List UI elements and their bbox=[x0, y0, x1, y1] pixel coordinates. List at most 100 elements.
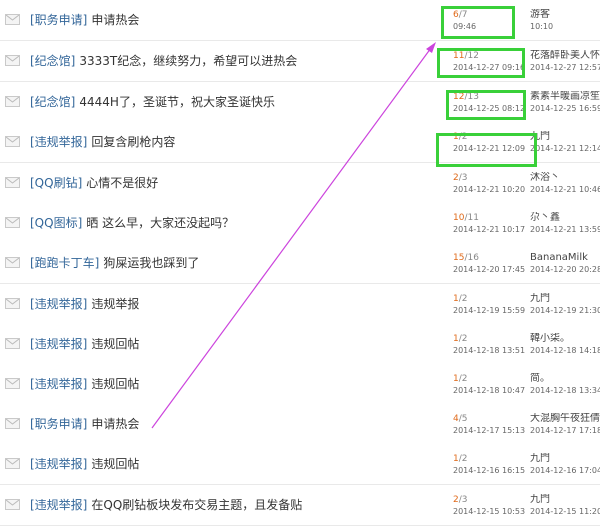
thread-subject-link[interactable]: 心情不是很好 bbox=[86, 176, 158, 190]
reply-count: 1/2 bbox=[453, 132, 468, 142]
reply-count: 2/3 bbox=[453, 173, 468, 183]
thread-title[interactable]: [纪念馆] 4444H了，圣诞节，祝大家圣诞快乐 bbox=[30, 82, 275, 122]
thread-category-link[interactable]: [违规举报] bbox=[30, 297, 87, 311]
table-row[interactable]: [违规举报] 违规举报 1/2 2014-12-19 15:59 九門 2014-… bbox=[0, 284, 600, 325]
thread-subject-link[interactable]: 违规举报 bbox=[91, 297, 139, 311]
table-row[interactable]: [职务申请] 申请热会 6/7 09:46 游客 10:10 bbox=[0, 0, 600, 41]
thread-category-link[interactable]: [纪念馆] bbox=[30, 54, 75, 68]
last-poster-link[interactable]: BananaMilk bbox=[530, 252, 588, 264]
thread-subject-link[interactable]: 违规回帖 bbox=[91, 457, 139, 471]
last-post-time[interactable]: 2014-12-27 12:57 bbox=[530, 63, 600, 73]
thread-subject-link[interactable]: 违规回帖 bbox=[91, 337, 139, 351]
last-post-time[interactable]: 2014-12-21 12:14 bbox=[530, 144, 600, 154]
last-post-time[interactable]: 2014-12-18 13:34 bbox=[530, 386, 600, 396]
table-row[interactable]: [违规举报] 回复含刷枪内容 1/2 2014-12-21 12:09 九門 20… bbox=[0, 122, 600, 163]
thread-subject-link[interactable]: 晒 这么早，大家还没起吗？ bbox=[86, 216, 234, 230]
last-poster-link[interactable]: 尕丶鑫 bbox=[530, 212, 560, 224]
last-poster-link[interactable]: 大混胸午夜狂倩 bbox=[530, 413, 600, 425]
last-poster-link[interactable]: 简。 bbox=[530, 373, 550, 385]
thread-category-link[interactable]: [违规举报] bbox=[30, 498, 87, 512]
thread-subject-link[interactable]: 回复含刷枪内容 bbox=[91, 135, 175, 149]
table-row[interactable]: [纪念馆] 4444H了，圣诞节，祝大家圣诞快乐 12/13 2014-12-25… bbox=[0, 82, 600, 123]
thread-title[interactable]: [违规举报] 违规举报 bbox=[30, 284, 139, 324]
thread-category-link[interactable]: [QQ刷钻] bbox=[30, 176, 82, 190]
reply-number: 12 bbox=[453, 92, 465, 102]
thread-subject-link[interactable]: 在QQ刷钻板块发布交易主题，且发备贴 bbox=[91, 498, 302, 512]
post-date: 2014-12-21 10:20 bbox=[453, 185, 526, 194]
thread-title[interactable]: [QQ刷钻] 心情不是很好 bbox=[30, 163, 158, 203]
thread-title[interactable]: [QQ图标] 晒 这么早，大家还没起吗？ bbox=[30, 203, 234, 243]
envelope-icon bbox=[5, 458, 20, 469]
thread-subject-link[interactable]: 违规回帖 bbox=[91, 377, 139, 391]
table-row[interactable]: [职务申请] 申请热会 4/5 2014-12-17 15:13 大混胸午夜狂倩 … bbox=[0, 404, 600, 445]
table-row[interactable]: [QQ图标] 晒 这么早，大家还没起吗？ 10/11 2014-12-21 10:… bbox=[0, 203, 600, 244]
last-post-time[interactable]: 2014-12-18 14:18 bbox=[530, 346, 600, 356]
last-poster-link[interactable]: 花落醉卧美人怀 bbox=[530, 50, 600, 62]
last-poster-link[interactable]: 游客 bbox=[530, 9, 550, 21]
last-post-time[interactable]: 2014-12-20 20:28 bbox=[530, 265, 600, 275]
last-post-time[interactable]: 2014-12-19 21:30 bbox=[530, 306, 600, 316]
view-number: 2 bbox=[461, 454, 468, 464]
reply-number: 1 bbox=[453, 374, 459, 384]
thread-subject-link[interactable]: 申请热会 bbox=[91, 13, 139, 27]
thread-subject-link[interactable]: 3333T纪念，继续努力，希望可以进热会 bbox=[79, 54, 297, 68]
last-post-time[interactable]: 2014-12-21 10:46 bbox=[530, 185, 600, 195]
post-date: 2014-12-18 13:51 bbox=[453, 346, 526, 355]
table-row[interactable]: [违规举报] 违规回帖 1/2 2014-12-18 13:51 韓小柒。 201… bbox=[0, 324, 600, 365]
reply-count: 12/13 bbox=[453, 92, 479, 102]
thread-title[interactable]: [违规举报] 回复含刷枪内容 bbox=[30, 122, 175, 162]
envelope-icon bbox=[5, 177, 20, 188]
reply-count: 1/2 bbox=[453, 334, 468, 344]
reply-number: 1 bbox=[453, 294, 459, 304]
last-poster-link[interactable]: 九門 bbox=[530, 494, 550, 506]
last-post-time[interactable]: 2014-12-17 17:18 bbox=[530, 426, 600, 436]
thread-title[interactable]: [违规举报] 违规回帖 bbox=[30, 324, 139, 364]
post-date: 2014-12-25 08:12 bbox=[453, 104, 526, 113]
thread-category-link[interactable]: [违规举报] bbox=[30, 337, 87, 351]
thread-title[interactable]: [跑跑卡丁车] 狗屎运我也踩到了 bbox=[30, 243, 199, 283]
thread-subject-link[interactable]: 狗屎运我也踩到了 bbox=[103, 256, 199, 270]
thread-category-link[interactable]: [QQ图标] bbox=[30, 216, 82, 230]
envelope-icon bbox=[5, 499, 20, 510]
thread-title[interactable]: [职务申请] 申请热会 bbox=[30, 0, 139, 40]
thread-category-link[interactable]: [职务申请] bbox=[30, 13, 87, 27]
last-post-time[interactable]: 2014-12-25 16:59 bbox=[530, 104, 600, 114]
last-post-time[interactable]: 2014-12-16 17:04 bbox=[530, 466, 600, 476]
last-poster-link[interactable]: 韓小柒。 bbox=[530, 333, 570, 345]
thread-title[interactable]: [违规举报] 违规回帖 bbox=[30, 444, 139, 484]
envelope-icon bbox=[5, 257, 20, 268]
reply-number: 10 bbox=[453, 213, 465, 223]
view-number: 7 bbox=[461, 10, 468, 20]
last-post-time[interactable]: 10:10 bbox=[530, 22, 553, 32]
thread-subject-link[interactable]: 申请热会 bbox=[91, 417, 139, 431]
envelope-icon bbox=[5, 96, 20, 107]
thread-title[interactable]: [纪念馆] 3333T纪念，继续努力，希望可以进热会 bbox=[30, 41, 297, 81]
last-post-time[interactable]: 2014-12-15 11:20 bbox=[530, 507, 600, 517]
thread-category-link[interactable]: [纪念馆] bbox=[30, 95, 75, 109]
last-poster-link[interactable]: 九門 bbox=[530, 293, 550, 305]
table-row[interactable]: [违规举报] 违规回帖 1/2 2014-12-16 16:15 九門 2014-… bbox=[0, 444, 600, 485]
table-row[interactable]: [跑跑卡丁车] 狗屎运我也踩到了 15/16 2014-12-20 17:45 B… bbox=[0, 243, 600, 284]
thread-category-link[interactable]: [跑跑卡丁车] bbox=[30, 256, 99, 270]
thread-title[interactable]: [违规举报] 违规回帖 bbox=[30, 364, 139, 404]
thread-title[interactable]: [违规举报] 在QQ刷钻板块发布交易主题，且发备贴 bbox=[30, 485, 302, 525]
view-number: 3 bbox=[461, 173, 468, 183]
last-poster-link[interactable]: 素素半暖画凉笙 bbox=[530, 91, 600, 103]
thread-category-link[interactable]: [违规举报] bbox=[30, 377, 87, 391]
thread-title[interactable]: [职务申请] 申请热会 bbox=[30, 404, 139, 444]
table-row[interactable]: [纪念馆] 3333T纪念，继续努力，希望可以进热会 11/12 2014-12-… bbox=[0, 41, 600, 82]
last-poster-link[interactable]: 九門 bbox=[530, 131, 550, 143]
envelope-icon bbox=[5, 378, 20, 389]
thread-category-link[interactable]: [违规举报] bbox=[30, 135, 87, 149]
last-poster-link[interactable]: 沐浴丶 bbox=[530, 172, 560, 184]
last-post-time[interactable]: 2014-12-21 13:59 bbox=[530, 225, 600, 235]
envelope-icon bbox=[5, 338, 20, 349]
post-date: 09:46 bbox=[453, 22, 477, 31]
last-poster-link[interactable]: 九門 bbox=[530, 453, 550, 465]
table-row[interactable]: [违规举报] 违规回帖 1/2 2014-12-18 10:47 简。 2014-… bbox=[0, 364, 600, 405]
thread-subject-link[interactable]: 4444H了，圣诞节，祝大家圣诞快乐 bbox=[79, 95, 275, 109]
table-row[interactable]: [违规举报] 在QQ刷钻板块发布交易主题，且发备贴 2/3 2014-12-15 … bbox=[0, 485, 600, 526]
table-row[interactable]: [QQ刷钻] 心情不是很好 2/3 2014-12-21 10:20 沐浴丶 20… bbox=[0, 163, 600, 204]
thread-category-link[interactable]: [违规举报] bbox=[30, 457, 87, 471]
thread-category-link[interactable]: [职务申请] bbox=[30, 417, 87, 431]
